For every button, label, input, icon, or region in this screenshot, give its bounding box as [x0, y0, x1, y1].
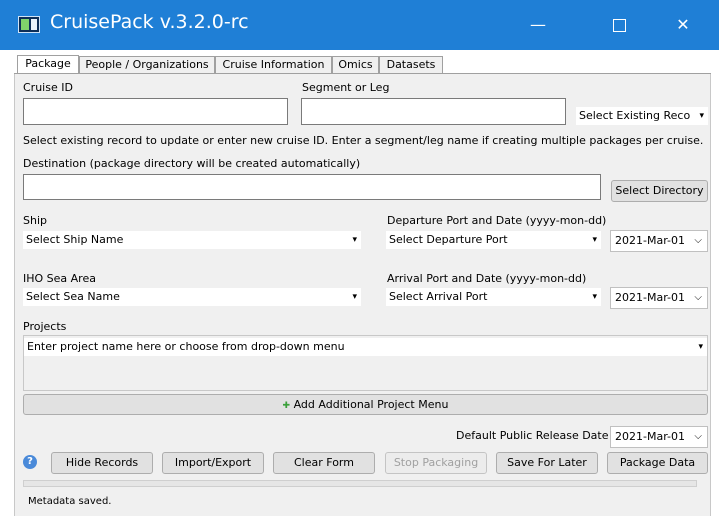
- iho-label: IHO Sea Area: [23, 272, 96, 285]
- arrival-date-value: 2021-Mar-01: [615, 291, 685, 304]
- departure-label: Departure Port and Date (yyyy-mon-dd): [387, 214, 607, 227]
- project-select-value: Enter project name here or choose from d…: [27, 340, 345, 353]
- existing-record-select-value: Select Existing Reco: [579, 109, 691, 122]
- add-project-button[interactable]: ✚ Add Additional Project Menu: [23, 394, 708, 415]
- departure-date-value: 2021-Mar-01: [615, 234, 685, 247]
- tab-datasets[interactable]: Datasets: [379, 56, 443, 73]
- chevron-down-icon: ⌵: [694, 431, 702, 442]
- tab-omics[interactable]: Omics: [332, 56, 379, 73]
- help-icon[interactable]: ?: [23, 455, 37, 469]
- chevron-down-icon: ▾: [592, 235, 597, 245]
- plus-icon: ✚: [282, 401, 291, 411]
- tab-divider: [14, 73, 711, 74]
- arrival-date-picker[interactable]: 2021-Mar-01 ⌵: [610, 287, 708, 309]
- app-icon: [18, 16, 40, 33]
- add-project-button-label: Add Additional Project Menu: [293, 398, 449, 411]
- chevron-down-icon: ▾: [352, 235, 357, 245]
- progress-bar: [23, 480, 697, 487]
- minimize-button[interactable]: —: [515, 0, 561, 50]
- arrival-label: Arrival Port and Date (yyyy-mon-dd): [387, 272, 587, 285]
- segment-input[interactable]: [301, 98, 566, 125]
- chevron-down-icon: ⌵: [694, 292, 702, 303]
- tab-people-organizations[interactable]: People / Organizations: [79, 56, 215, 73]
- segment-label: Segment or Leg: [302, 81, 390, 94]
- project-select[interactable]: Enter project name here or choose from d…: [24, 338, 707, 356]
- iho-select[interactable]: Select Sea Name ▾: [23, 288, 361, 306]
- departure-port-select-value: Select Departure Port: [389, 233, 508, 246]
- window-title: CruisePack v.3.2.0-rc: [50, 11, 249, 33]
- projects-label: Projects: [23, 320, 67, 333]
- clear-form-button[interactable]: Clear Form: [273, 452, 375, 474]
- chevron-down-icon: ▾: [352, 292, 357, 302]
- departure-date-picker[interactable]: 2021-Mar-01 ⌵: [610, 230, 708, 252]
- cruise-id-input[interactable]: [23, 98, 288, 125]
- stop-packaging-button[interactable]: Stop Packaging: [385, 452, 487, 474]
- chevron-down-icon: ▾: [698, 342, 703, 352]
- destination-input[interactable]: [23, 174, 601, 200]
- release-date-value: 2021-Mar-01: [615, 430, 685, 443]
- projects-container: Enter project name here or choose from d…: [23, 335, 708, 391]
- chevron-down-icon: ▾: [592, 292, 597, 302]
- arrival-port-select[interactable]: Select Arrival Port ▾: [386, 288, 601, 306]
- title-bar: CruisePack v.3.2.0-rc — ✕: [0, 0, 719, 50]
- tab-package[interactable]: Package: [17, 55, 79, 73]
- hint-text: Select existing record to update or ente…: [23, 134, 704, 147]
- chevron-down-icon: ▾: [699, 111, 704, 121]
- ship-select-value: Select Ship Name: [26, 233, 124, 246]
- hide-records-button[interactable]: Hide Records: [51, 452, 153, 474]
- cruise-id-label: Cruise ID: [23, 81, 73, 94]
- existing-record-select[interactable]: Select Existing Reco ▾: [576, 107, 708, 125]
- close-button[interactable]: ✕: [660, 0, 706, 50]
- destination-label: Destination (package directory will be c…: [23, 157, 361, 170]
- maximize-icon: [612, 19, 626, 32]
- release-date-label: Default Public Release Date: [456, 429, 609, 442]
- select-directory-button[interactable]: Select Directory: [611, 180, 708, 202]
- status-text: Metadata saved.: [28, 496, 112, 507]
- tab-cruise-information[interactable]: Cruise Information: [215, 56, 332, 73]
- package-data-button[interactable]: Package Data: [607, 452, 708, 474]
- iho-select-value: Select Sea Name: [26, 290, 120, 303]
- departure-port-select[interactable]: Select Departure Port ▾: [386, 231, 601, 249]
- release-date-picker[interactable]: 2021-Mar-01 ⌵: [610, 426, 708, 448]
- save-for-later-button[interactable]: Save For Later: [496, 452, 598, 474]
- maximize-button[interactable]: [596, 0, 642, 50]
- ship-select[interactable]: Select Ship Name ▾: [23, 231, 361, 249]
- import-export-button[interactable]: Import/Export: [162, 452, 264, 474]
- chevron-down-icon: ⌵: [694, 235, 702, 246]
- ship-label: Ship: [23, 214, 47, 227]
- arrival-port-select-value: Select Arrival Port: [389, 290, 488, 303]
